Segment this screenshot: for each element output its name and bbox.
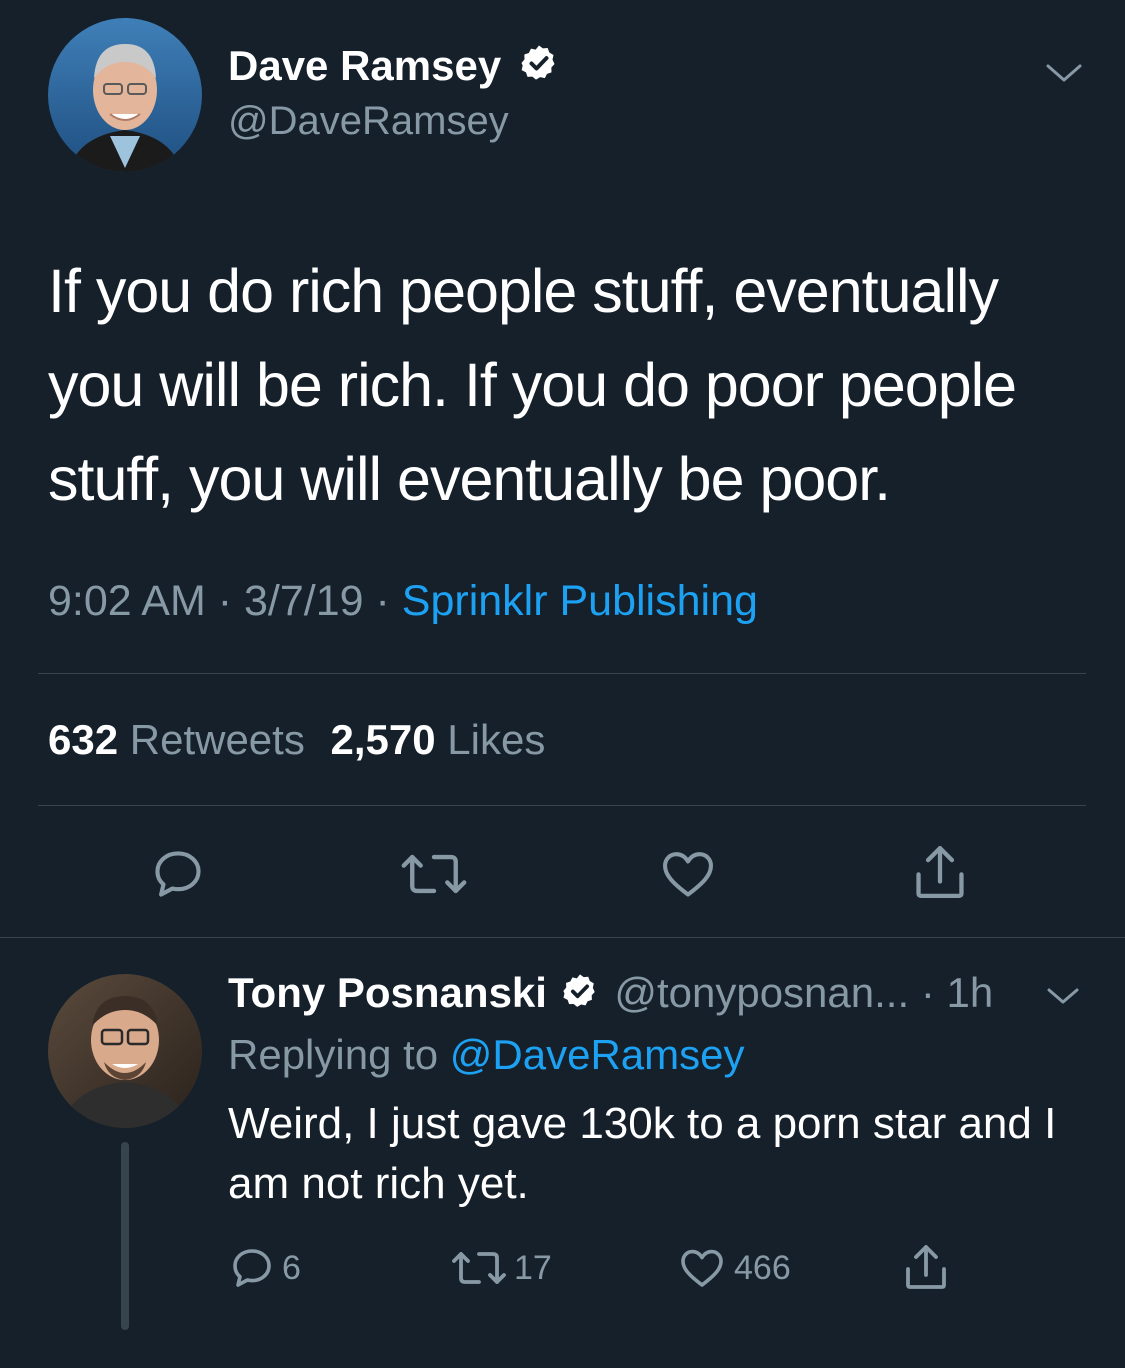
heart-icon	[662, 852, 714, 897]
reply-text: Weird, I just gave 130k to a porn star a…	[228, 1099, 1057, 1208]
retweets-count: 632	[48, 716, 119, 763]
author-name[interactable]: Dave Ramsey	[228, 40, 559, 95]
retweets-label: Retweets	[129, 716, 305, 763]
reply-retweet-button[interactable]: 17	[450, 1242, 552, 1294]
tweet-meta: 9:02 AM · 3/7/19 · Sprinklr Publishing	[48, 574, 758, 628]
divider	[38, 673, 1086, 674]
reply-time-ago: · 1h	[920, 969, 994, 1016]
reply-author-avatar[interactable]	[48, 974, 202, 1128]
share-icon	[906, 1245, 946, 1289]
retweet-icon	[401, 854, 467, 894]
author-avatar-image	[48, 18, 202, 172]
reply-icon	[233, 1249, 271, 1287]
reply-icon	[155, 851, 201, 897]
replying-to: Replying to @DaveRamsey	[228, 1028, 745, 1082]
reply-header: Tony Posnanski @tonyposnan... · 1h	[228, 966, 993, 1023]
share-icon	[916, 846, 964, 898]
replying-to-handle-link[interactable]: @DaveRamsey	[450, 1031, 745, 1078]
replying-to-label: Replying to	[228, 1031, 439, 1078]
tweet-source-link[interactable]: Sprinklr Publishing	[402, 577, 758, 625]
verified-badge-icon	[561, 969, 599, 1023]
reply-button[interactable]	[144, 840, 212, 908]
reply-thread-line	[121, 1142, 129, 1330]
share-button[interactable]	[906, 836, 974, 908]
retweet-button[interactable]	[396, 840, 472, 908]
tweet-text: If you do rich people stuff, eventually …	[48, 257, 1017, 513]
reply-share-button[interactable]	[898, 1238, 954, 1296]
like-button[interactable]	[654, 840, 722, 908]
likes-label: Likes	[447, 716, 546, 763]
reply-count: 6	[282, 1248, 301, 1287]
meta-separator: ·	[375, 577, 390, 625]
reply-author-name[interactable]: Tony Posnanski	[228, 969, 547, 1016]
reply-avatar-image	[48, 974, 202, 1128]
chevron-down-icon[interactable]	[1044, 982, 1082, 1010]
verified-badge-icon	[519, 43, 559, 95]
author-handle[interactable]: @DaveRamsey	[228, 96, 509, 146]
retweets-stat[interactable]: 632 Retweets	[48, 716, 317, 763]
divider	[0, 937, 1125, 938]
like-count: 466	[734, 1248, 791, 1287]
reply-reply-button[interactable]: 6	[228, 1242, 301, 1294]
meta-separator: ·	[217, 577, 233, 625]
author-name-text: Dave Ramsey	[228, 42, 502, 89]
author-avatar[interactable]	[48, 18, 202, 172]
likes-count: 2,570	[330, 716, 436, 763]
heart-icon	[681, 1249, 723, 1287]
tweet-date: 3/7/19	[244, 577, 364, 625]
tweet-time: 9:02 AM	[48, 577, 206, 625]
retweet-icon	[452, 1252, 506, 1284]
reply-author-handle[interactable]: @tonyposnan...	[614, 969, 909, 1016]
engagement-stats: 632 Retweets 2,570 Likes	[48, 714, 545, 766]
retweet-count: 17	[514, 1248, 552, 1287]
chevron-down-icon[interactable]	[1044, 58, 1084, 88]
reply-like-button[interactable]: 466	[676, 1242, 791, 1294]
divider	[38, 805, 1086, 806]
likes-stat[interactable]: 2,570 Likes	[331, 716, 546, 763]
